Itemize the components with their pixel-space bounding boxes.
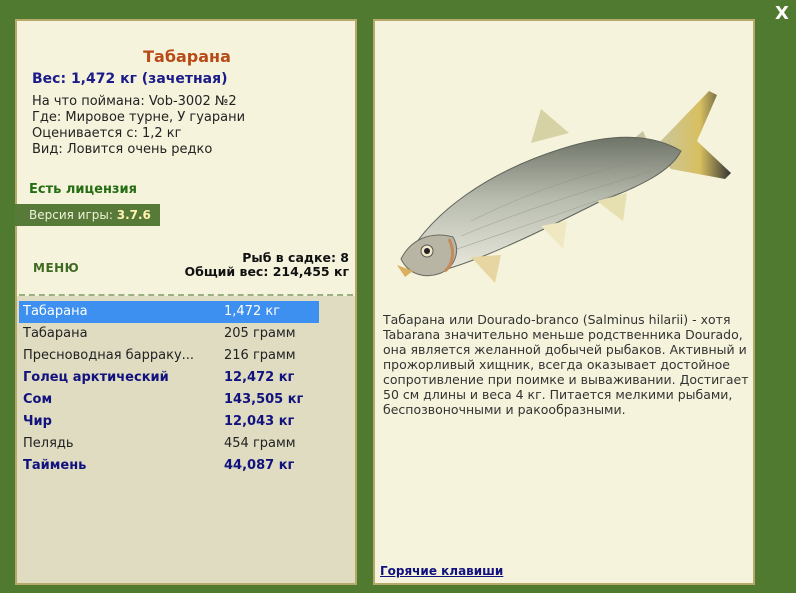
list-item[interactable]: Сом 143,505 кг	[19, 389, 319, 411]
fish-weight: Вес: 1,472 кг (зачетная)	[32, 71, 228, 87]
list-item-name: Таймень	[23, 458, 87, 473]
list-item-name: Пелядь	[23, 436, 74, 451]
fish-info-panel: Табарана Вес: 1,472 кг (зачетная) На что…	[15, 19, 357, 585]
fish-name: Табарана	[143, 47, 231, 66]
list-item[interactable]: Голец арктический 12,472 кг	[19, 367, 319, 389]
version-label: Версия игры:	[29, 208, 113, 222]
valued-from: Оценивается с: 1,2 кг	[32, 126, 182, 141]
list-item-weight: 44,087 кг	[224, 458, 295, 473]
catch-location: Где: Мировое турне, У гуарани	[32, 110, 246, 125]
list-item-name: Табарана	[23, 326, 88, 341]
list-item-name: Чир	[23, 414, 52, 429]
divider	[19, 294, 353, 296]
version-number: 3.7.6	[116, 208, 151, 222]
license-status: Есть лицензия	[29, 182, 137, 197]
fish-image	[397, 91, 731, 283]
menu-button[interactable]: МЕНЮ	[33, 261, 79, 275]
keepnet-count: Рыб в садке: 8	[242, 250, 349, 265]
list-item-name: Табарана	[23, 304, 88, 319]
list-item[interactable]: Чир 12,043 кг	[19, 411, 319, 433]
list-item-weight: 1,472 кг	[224, 304, 281, 319]
catch-list: Табарана 1,472 кг Табарана 205 грамм Пре…	[19, 301, 319, 477]
list-item-name: Голец арктический	[23, 370, 169, 385]
close-icon[interactable]: X	[772, 4, 792, 24]
keepnet-total-weight: Общий вес: 214,455 кг	[184, 264, 350, 279]
fish-description: Табарана или Dourado-branco (Salminus hi…	[383, 312, 749, 417]
list-item-weight: 143,505 кг	[224, 392, 304, 407]
list-item-name: Сом	[23, 392, 53, 407]
fish-kind: Вид: Ловится очень редко	[32, 142, 213, 157]
list-item-weight: 216 грамм	[224, 348, 296, 363]
list-item[interactable]: Табарана 205 грамм	[19, 323, 319, 345]
list-item-weight: 12,472 кг	[224, 370, 295, 385]
list-item[interactable]: Таймень 44,087 кг	[19, 455, 319, 477]
caught-with: На что поймана: Vob-3002 №2	[32, 94, 237, 109]
game-version: Версия игры: 3.7.6	[15, 204, 160, 226]
list-item-weight: 454 грамм	[224, 436, 296, 451]
list-item[interactable]: Пелядь 454 грамм	[19, 433, 319, 455]
list-item-weight: 205 грамм	[224, 326, 296, 341]
keepnet-summary: Рыб в садке: 8 Общий вес: 214,455 кг	[185, 251, 350, 279]
list-item-weight: 12,043 кг	[224, 414, 295, 429]
list-item[interactable]: Табарана 1,472 кг	[19, 301, 319, 323]
fish-description-panel: Табарана или Dourado-branco (Salminus hi…	[373, 19, 755, 585]
list-item-name: Пресноводная барраку...	[23, 348, 195, 363]
list-item[interactable]: Пресноводная барраку... 216 грамм	[19, 345, 319, 367]
hotkeys-link[interactable]: Горячие клавиши	[380, 564, 503, 578]
